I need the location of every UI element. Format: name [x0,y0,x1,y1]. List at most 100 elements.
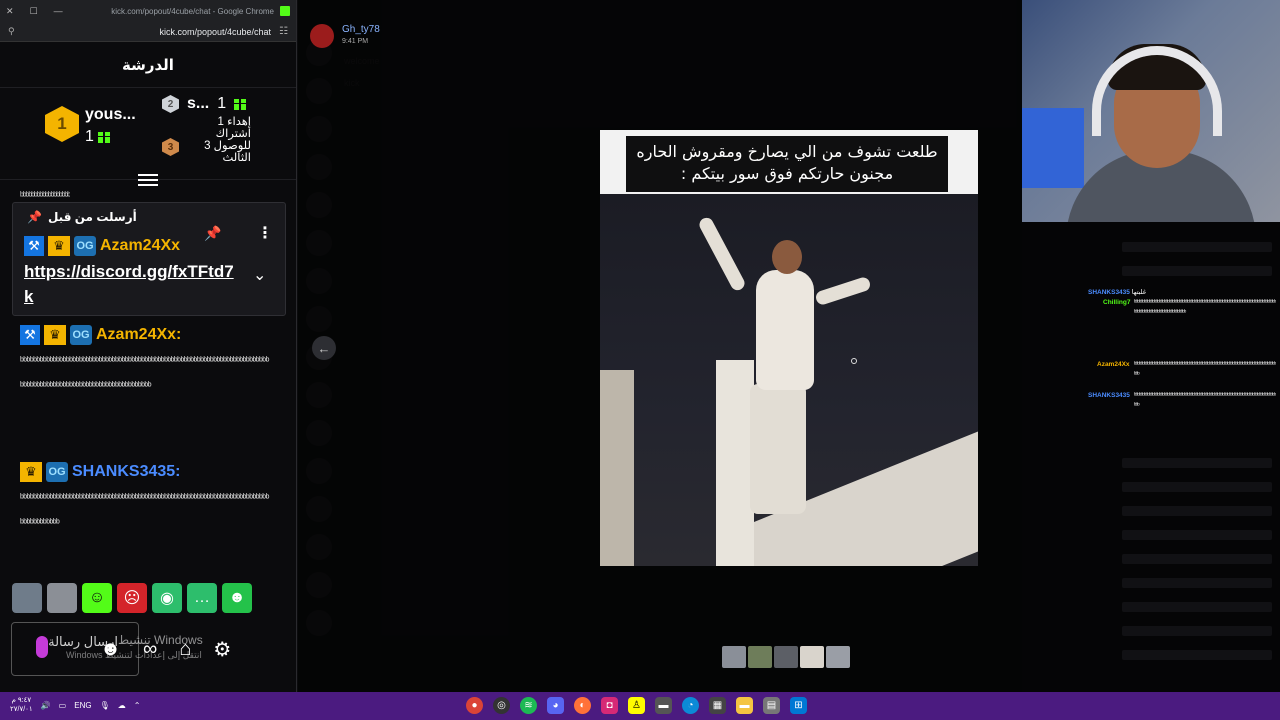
store-icon[interactable]: ⌂ [179,638,191,661]
chat-message: ♛ OG SHANKS3435: ᵇᵇᵇᵇᵇᵇᵇᵇᵇᵇᵇᵇᵇᵇᵇᵇᵇᵇᵇᵇᵇᵇᵇ… [20,461,272,536]
folder-icon[interactable]: ▬ [736,697,753,714]
emote-face-1[interactable] [12,583,42,613]
thumbnail[interactable] [800,646,824,668]
windows-start-icon[interactable]: ⊞ [790,697,807,714]
clock-date: ٢٧/٧/٠١ [10,706,33,713]
taskbar-apps: ● ◎ ≋ ◕ ◐ ◘ ♙ ▬ ◔ ▦ ▬ ▤ ⊞ [466,697,807,714]
search-icon[interactable]: ⚲ [8,26,15,37]
collapse-leaderboard-icon[interactable] [138,174,158,188]
emote-face-2[interactable] [47,583,77,613]
notepad-icon[interactable]: ▤ [763,697,780,714]
thumbnail[interactable] [826,646,850,668]
stream-chat-text: ᵇᵇᵇᵇᵇᵇᵇᵇᵇᵇᵇᵇᵇᵇᵇᵇᵇᵇᵇᵇᵇᵇᵇᵇᵇᵇᵇᵇᵇᵇᵇᵇᵇᵇᵇᵇᵇᵇᵇᵇ… [1134,300,1276,316]
pinned-username[interactable]: Azam24Xx [100,237,180,255]
pinned-link[interactable]: https://discord.gg/fxTFtd7k [24,259,234,309]
leaderboard-first-name: yous... [85,106,136,123]
stream-chat-text: غلبتها [1131,289,1147,296]
message-head: ⚒ ♛ OG Azam24Xx: [20,324,272,346]
chat-header: الدرشة [0,42,296,88]
emote-chat-icon[interactable]: … [187,583,217,613]
mic-tray-icon[interactable]: 🎙 [100,701,110,710]
uploader-name[interactable]: Gh_ty78 [342,24,380,35]
partial-message: ᵇᵇᵇᵇᵇᵇᵇᵇᵇᵇᵇᵇᵇᵇᵇᵇᵇᵇ [20,191,70,199]
network-icon[interactable]: ▭ [59,701,67,710]
emote-eyes-icon[interactable]: ◉ [152,583,182,613]
avatar[interactable] [310,24,334,48]
message-head: ♛ OG SHANKS3435: [20,461,272,483]
media-image[interactable]: طلعت تشوف من الي يصارخ ومقروش الحاره مجن… [600,130,978,566]
stream-chat-text: ᵇᵇᵇᵇᵇᵇᵇᵇᵇᵇᵇᵇᵇᵇᵇᵇᵇᵇᵇᵇᵇᵇᵇᵇᵇᵇᵇᵇᵇᵇᵇᵇᵇᵇᵇᵇᵇᵇᵇᵇ… [1134,393,1276,409]
instagram-icon[interactable]: ◘ [601,697,618,714]
stream-chat-username: Chilling7 [1103,299,1131,306]
thumbnail[interactable] [748,646,772,668]
pinned-label: 📌 أرسلت من قبل [27,210,137,224]
arrow-left-icon[interactable]: ← [312,336,336,360]
leaderboard-second[interactable]: 2 s... 1 [162,95,247,113]
address-bar[interactable]: ⚲ kick.com/popout/4cube/chat ☷ [0,22,296,42]
lang-indicator[interactable]: ENG [74,701,91,710]
gold-rank-badge: 1 [45,106,79,142]
spotify-icon[interactable]: ≋ [520,697,537,714]
emote-laugh-icon[interactable]: ☻ [222,583,252,613]
minimize-window-icon[interactable]: — [54,6,63,17]
emote-angel-icon[interactable]: ☺ [82,583,112,613]
stream-chat-row: Azam24Xx [1097,360,1130,370]
thumbnail[interactable] [774,646,798,668]
gamepad-icon[interactable]: ▬ [655,697,672,714]
site-settings-icon[interactable]: ☷ [279,26,288,37]
crown-badge-icon: ♛ [44,325,66,345]
stream-chat-overlay: SHANKS3435 غلبتها Chilling7 ᵇᵇᵇᵇᵇᵇᵇᵇᵇᵇᵇᵇ… [1022,222,1280,692]
leaderboard-third[interactable]: 3 إهداء 1 اشتراك للوصول 3 الثالث [162,116,251,174]
unpin-icon[interactable]: 📌 [204,225,221,242]
calculator-icon[interactable]: ▦ [709,697,726,714]
chevron-up-icon[interactable]: ⌃ [134,701,141,710]
message-username[interactable]: Azam24Xx: [96,326,181,344]
snapchat-icon[interactable]: ♙ [628,697,645,714]
leaderboard-second-count: 1 [217,95,227,112]
leaderboard-third-text: إهداء 1 اشتراك للوصول 3 الثالث [204,116,251,164]
leaderboard-first-count: 1 [85,128,136,146]
media-thumbnails [722,646,850,668]
crown-badge-icon: ♛ [20,462,42,482]
address-url[interactable]: kick.com/popout/4cube/chat [15,27,279,37]
emoji-icon[interactable]: ☻ [100,638,121,661]
leaderboard-first[interactable]: 1 yous... 1 [45,106,136,146]
leaderboard-first-count-value: 1 [85,128,94,145]
edge-icon[interactable]: ◔ [682,697,699,714]
media-caption: طلعت تشوف من الي يصارخ ومقروش الحاره مجن… [626,136,948,192]
thumbnail[interactable] [722,646,746,668]
infinity-icon[interactable]: ∞ [143,638,157,661]
discord-icon[interactable]: ◕ [547,697,564,714]
gift-leaderboard: 1 yous... 1 2 s... 1 3 إهداء 1 اشتراك لل… [0,88,296,186]
taskbar-clock[interactable]: ٩:٤٧ م ٢٧/٧/٠١ [10,696,33,714]
pinned-user: ⚒ ♛ OG Azam24Xx [24,236,180,256]
message-text: ᵇᵇᵇᵇᵇᵇᵇᵇᵇᵇᵇᵇᵇᵇᵇᵇᵇᵇᵇᵇᵇᵇᵇᵇᵇᵇᵇᵇᵇᵇᵇᵇᵇᵇᵇᵇᵇᵇᵇᵇ… [20,493,269,529]
chrome-icon[interactable]: ● [466,697,483,714]
more-options-icon[interactable]: ⋮ [257,223,273,243]
chevron-down-icon[interactable]: ⌄ [253,265,266,285]
og-badge-icon: OG [70,325,92,345]
cloud-icon[interactable]: ☁ [118,701,126,710]
og-badge-icon: OG [74,236,96,256]
microphone-icon[interactable] [36,636,48,658]
obs-icon[interactable]: ◎ [493,697,510,714]
media-uploader: Gh_ty78 9:41 PM [310,24,380,48]
maximize-window-icon[interactable]: ☐ [30,6,38,17]
firefox-icon[interactable]: ◐ [574,697,591,714]
volume-icon[interactable]: 🔊 [41,701,51,710]
silver-rank-badge: 2 [162,95,179,113]
message-username[interactable]: SHANKS3435: [72,463,180,481]
close-window-icon[interactable]: ✕ [6,6,14,17]
gear-icon[interactable]: ⚙ [213,637,231,662]
chat-message: ⚒ ♛ OG Azam24Xx: ᵇᵇᵇᵇᵇᵇᵇᵇᵇᵇᵇᵇᵇᵇᵇᵇᵇᵇᵇᵇᵇᵇᵇ… [20,324,272,399]
emote-angry-icon[interactable]: ☹ [117,583,147,613]
headset-icon [1092,46,1222,136]
pinned-label-text: أرسلت من قبل [47,210,137,224]
discord-window: welcome kick Gh_ty78 9:41 PM ← طلعت تشوف… [298,0,1022,692]
stream-chat-row: SHANKS3435 غلبتها [1088,288,1146,298]
stream-chat-username: SHANKS3435 [1088,289,1130,296]
gift-icon [97,131,110,143]
og-badge-icon: OG [46,462,68,482]
kick-favicon-icon [280,6,290,16]
moderator-badge-icon: ⚒ [24,236,44,256]
